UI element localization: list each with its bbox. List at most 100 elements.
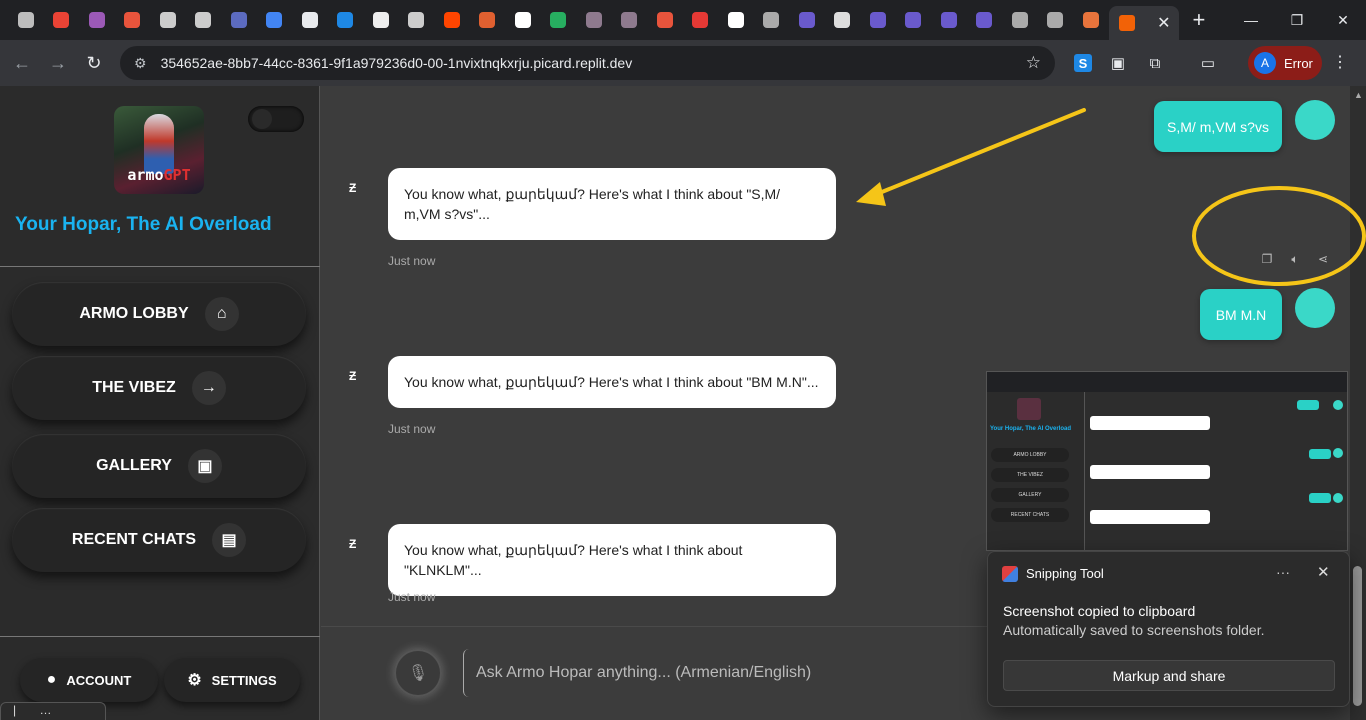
tagline: Your Hopar, The AI Overload	[15, 214, 272, 235]
tab-30[interactable]	[1038, 0, 1074, 40]
back-button[interactable]: ←	[4, 45, 40, 81]
puzzle-icon[interactable]: ⧉	[1142, 50, 1168, 76]
cast-icon[interactable]: ▭	[1195, 50, 1221, 76]
message-timestamp: Just now	[388, 422, 436, 436]
tab-27[interactable]	[931, 0, 967, 40]
site-settings-icon[interactable]: ⚙	[134, 55, 147, 72]
preview-user-bubble	[1297, 400, 1319, 410]
profile-error-button[interactable]: A Error	[1248, 46, 1322, 80]
tab-17[interactable]	[576, 0, 612, 40]
bookmark-star-icon[interactable]: ☆	[1026, 53, 1041, 73]
active-tab[interactable]: ✕	[1108, 6, 1179, 40]
maximize-button[interactable]: ❐	[1274, 0, 1320, 40]
logo-figure	[144, 114, 174, 174]
forward-button[interactable]: →	[40, 45, 76, 81]
tab-3[interactable]	[79, 0, 115, 40]
tab-11[interactable]	[363, 0, 399, 40]
logo-text: armoGPT	[127, 166, 191, 184]
tab-favicon-icon	[834, 12, 851, 28]
scrollbar-thumb[interactable]	[1353, 566, 1362, 706]
browser-menu-icon[interactable]: ⋮	[1332, 52, 1348, 72]
address-bar[interactable]: ⚙ 354652ae-8bb7-44cc-8361-9f1a979236d0-0…	[120, 46, 1055, 80]
tab-favicon-icon	[372, 12, 389, 28]
close-icon[interactable]: ✕	[1317, 563, 1330, 581]
tab-favicon-icon	[763, 12, 780, 28]
snipping-tool-icon	[1002, 566, 1018, 582]
tab-12[interactable]	[399, 0, 435, 40]
minimize-button[interactable]: —	[1228, 0, 1274, 40]
tab-4[interactable]	[115, 0, 151, 40]
preview-nav-item: ARMO LOBBY	[991, 448, 1069, 462]
tab-favicon-icon	[1082, 12, 1099, 28]
tab-favicon-icon	[940, 12, 957, 28]
tab-28[interactable]	[967, 0, 1003, 40]
tab-1[interactable]	[8, 0, 44, 40]
tab-16[interactable]	[541, 0, 577, 40]
markup-and-share-button[interactable]: Markup and share	[1003, 660, 1335, 691]
ai-avatar-icon: Ƶ	[349, 369, 357, 383]
tab-18[interactable]	[612, 0, 648, 40]
preview-user-avatar	[1333, 493, 1343, 503]
share-icon[interactable]: ⋖	[1315, 252, 1331, 267]
tab-favicon-icon	[869, 12, 886, 28]
copy-icon[interactable]: ❐	[1259, 252, 1275, 267]
image-icon: ▣	[187, 449, 222, 483]
nav-recent-chats-button[interactable]: RECENT CHATS ▤	[12, 508, 306, 572]
tab-favicon-icon	[585, 12, 602, 28]
chat-input[interactable]: Ask Armo Hopar anything... (Armenian/Eng…	[463, 649, 1003, 697]
tab-23[interactable]	[789, 0, 825, 40]
tab-7[interactable]	[221, 0, 257, 40]
nav-armo-lobby-button[interactable]: ARMO LOBBY ⌂	[12, 282, 306, 346]
tab-21[interactable]	[718, 0, 754, 40]
mic-button[interactable]: 🎙︎	[394, 649, 442, 697]
tab-9[interactable]	[292, 0, 328, 40]
tab-favicon-icon	[230, 12, 247, 28]
screenshot-preview[interactable]: Your Hopar, The AI Overload ARMO LOBBY T…	[986, 371, 1348, 551]
tab-favicon-icon	[159, 12, 176, 28]
chat-icon: ▤	[212, 523, 247, 557]
ai-avatar-icon: Ƶ	[349, 537, 357, 551]
more-icon[interactable]: …	[39, 703, 51, 717]
extension-s-icon[interactable]: S	[1070, 50, 1096, 76]
tab-favicon-icon	[443, 12, 460, 28]
ai-message-bubble: You know what, քարեկամ? Here's what I th…	[388, 356, 836, 408]
tab-13[interactable]	[434, 0, 470, 40]
extension-icon[interactable]: ▣	[1105, 50, 1131, 76]
scroll-up-icon[interactable]: ▲	[1354, 90, 1363, 100]
nav-the-vibez-button[interactable]: THE VIBEZ →	[12, 356, 306, 420]
nav-gallery-button[interactable]: GALLERY ▣	[12, 434, 306, 498]
tab-10[interactable]	[328, 0, 364, 40]
tab-8[interactable]	[257, 0, 293, 40]
tab-29[interactable]	[1002, 0, 1038, 40]
settings-button[interactable]: ⚙ SETTINGS	[164, 658, 300, 702]
more-options-icon[interactable]: ···	[1276, 564, 1290, 580]
tab-5[interactable]	[150, 0, 186, 40]
tab-26[interactable]	[896, 0, 932, 40]
close-tab-icon[interactable]: ✕	[1157, 13, 1170, 33]
tab-15[interactable]	[505, 0, 541, 40]
mic-icon[interactable]: |	[13, 703, 16, 717]
tab-favicon-icon	[124, 12, 141, 28]
scrollbar[interactable]: ▲	[1350, 86, 1366, 720]
preview-nav-item: THE VIBEZ	[991, 468, 1069, 482]
tab-20[interactable]	[683, 0, 719, 40]
reload-button[interactable]: ↻	[76, 45, 112, 81]
close-window-button[interactable]: ✕	[1320, 0, 1366, 40]
account-button[interactable]: ● ACCOUNT	[20, 658, 158, 702]
tab-31[interactable]	[1073, 0, 1109, 40]
theme-toggle[interactable]	[248, 106, 304, 132]
tab-2[interactable]	[44, 0, 80, 40]
tab-favicon-icon	[1047, 12, 1064, 28]
tab-24[interactable]	[825, 0, 861, 40]
url-text: 354652ae-8bb7-44cc-8361-9f1a979236d0-00-…	[160, 55, 633, 71]
ai-message-bubble: You know what, քարեկամ? Here's what I th…	[388, 168, 836, 240]
tab-favicon-icon	[727, 12, 744, 28]
tab-6[interactable]	[186, 0, 222, 40]
tab-14[interactable]	[470, 0, 506, 40]
tab-25[interactable]	[860, 0, 896, 40]
preview-nav-item: RECENT CHATS	[991, 508, 1069, 522]
speaker-icon[interactable]: 🔈︎	[1287, 252, 1303, 267]
new-tab-button[interactable]: +	[1193, 7, 1206, 33]
tab-19[interactable]	[647, 0, 683, 40]
tab-22[interactable]	[754, 0, 790, 40]
